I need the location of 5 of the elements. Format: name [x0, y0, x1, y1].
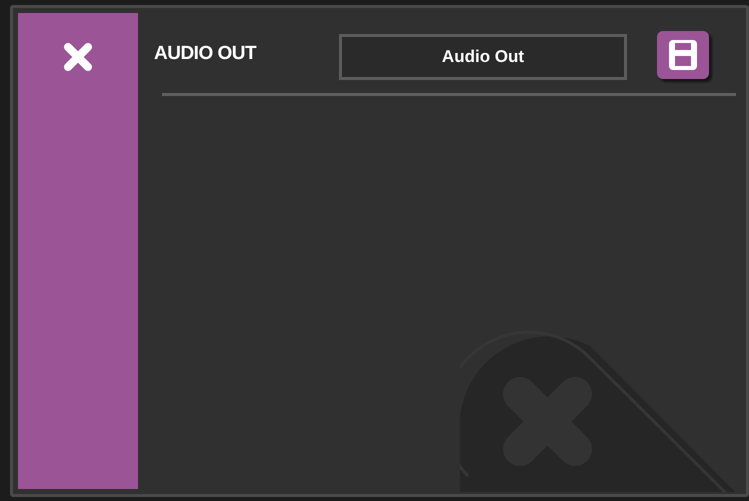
save-button[interactable]: [657, 30, 709, 78]
save-icon: [668, 38, 698, 70]
name-field[interactable]: Audio Out: [339, 34, 627, 80]
panel-title: AUDIO OUT: [154, 42, 258, 66]
close-icon: [61, 40, 95, 74]
